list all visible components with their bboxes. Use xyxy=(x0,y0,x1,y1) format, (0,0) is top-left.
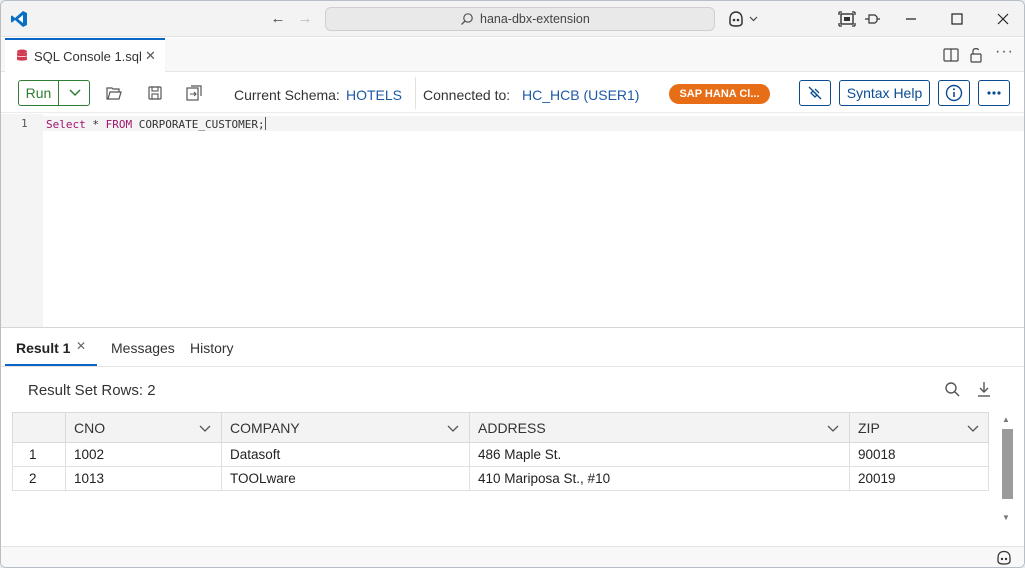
sql-editor[interactable]: 1 Select * FROM CORPORATE_CUSTOMER; xyxy=(1,114,1024,327)
minimize-icon[interactable] xyxy=(901,9,921,29)
editor-tab-bar: SQL Console 1.sql ✕ ··· xyxy=(1,38,1024,72)
row-index-header xyxy=(13,413,65,444)
database-icon xyxy=(16,49,28,61)
copilot-status-icon[interactable] xyxy=(996,550,1012,565)
copilot-menu-icon[interactable] xyxy=(727,10,761,28)
info-icon xyxy=(945,84,963,102)
tab-history[interactable]: History xyxy=(190,340,234,356)
more-actions-icon[interactable]: ··· xyxy=(995,43,1014,61)
table-row[interactable]: 2 1013 TOOLware 410 Mariposa St., #10 20… xyxy=(12,467,989,491)
line-gutter: 1 xyxy=(1,114,43,327)
connection-link[interactable]: HC_HCB (USER1) xyxy=(522,87,639,103)
run-options-chevron-icon[interactable] xyxy=(60,81,90,105)
sql-toolbar: Run Current Schema: HOTELS Connected to:… xyxy=(1,73,1024,113)
run-button[interactable]: Run xyxy=(19,81,59,105)
cno-cell[interactable]: 1002 xyxy=(65,443,221,466)
row-index-cell: 2 xyxy=(29,471,37,486)
cno-cell[interactable]: 1013 xyxy=(65,467,221,490)
info-button[interactable] xyxy=(938,80,970,106)
company-cell[interactable]: TOOLware xyxy=(221,467,469,490)
pin-icon[interactable] xyxy=(863,9,883,29)
chevron-down-icon[interactable] xyxy=(827,423,839,433)
grid-header: CNO COMPANY ADDRESS ZIP xyxy=(12,412,989,444)
save-icon[interactable] xyxy=(146,84,164,102)
code-line[interactable]: Select * FROM CORPORATE_CUSTOMER; xyxy=(46,117,266,131)
scroll-up-arrow-icon[interactable]: ▲ xyxy=(1002,415,1010,424)
customize-layout-icon[interactable] xyxy=(837,9,857,29)
run-button-group: Run xyxy=(18,80,90,106)
command-center-search[interactable]: hana-dbx-extension xyxy=(325,7,715,31)
chevron-down-icon[interactable] xyxy=(447,423,459,433)
more-options-button[interactable] xyxy=(978,80,1010,106)
sql-keyword: Select xyxy=(46,118,86,131)
go-back-icon[interactable]: ← xyxy=(269,10,287,28)
text-cursor xyxy=(264,117,266,130)
row-index-cell: 1 xyxy=(29,447,37,462)
maximize-icon[interactable] xyxy=(947,9,967,29)
chevron-down-icon[interactable] xyxy=(967,423,979,433)
column-header-zip[interactable]: ZIP xyxy=(849,413,989,444)
sql-text: * xyxy=(85,118,106,131)
more-horizontal-icon xyxy=(987,91,1001,95)
title-bar: ← → hana-dbx-extension xyxy=(1,1,1024,37)
results-panel: Result 1 ✕ Messages History Result Set R… xyxy=(1,328,1024,567)
command-center-text: hana-dbx-extension xyxy=(480,12,590,26)
column-header-cno[interactable]: CNO xyxy=(65,413,221,444)
status-bar xyxy=(1,546,1024,567)
column-header-address[interactable]: ADDRESS xyxy=(469,413,849,444)
table-row[interactable]: 1 1002 Datasoft 486 Maple St. 90018 xyxy=(12,443,989,467)
disconnect-button[interactable] xyxy=(799,80,831,106)
vertical-scrollbar-thumb[interactable] xyxy=(1002,429,1013,499)
column-header-label: ZIP xyxy=(858,420,880,436)
column-header-label: CNO xyxy=(74,420,106,436)
zip-cell[interactable]: 90018 xyxy=(849,443,989,466)
lock-icon[interactable] xyxy=(968,46,984,64)
close-result-tab-icon[interactable]: ✕ xyxy=(76,339,86,353)
address-cell[interactable]: 410 Mariposa St., #10 xyxy=(469,467,849,490)
toolbar-divider xyxy=(415,77,416,109)
split-editor-icon[interactable] xyxy=(942,47,960,63)
column-header-company[interactable]: COMPANY xyxy=(221,413,469,444)
sql-keyword: FROM xyxy=(105,118,133,131)
disconnect-icon xyxy=(808,86,822,100)
line-number: 1 xyxy=(21,117,28,130)
open-file-icon[interactable] xyxy=(105,84,123,102)
search-icon xyxy=(461,13,473,25)
close-window-icon[interactable] xyxy=(993,9,1013,29)
download-icon[interactable] xyxy=(975,380,993,398)
syntax-help-button[interactable]: Syntax Help xyxy=(839,80,930,106)
results-tab-divider xyxy=(1,366,1024,367)
chevron-down-icon[interactable] xyxy=(199,423,211,433)
tab-close-icon[interactable]: ✕ xyxy=(145,48,156,64)
vscode-window: ← → hana-dbx-extension SQL Console 1.sql… xyxy=(0,0,1025,568)
tab-label: SQL Console 1.sql xyxy=(34,49,142,64)
scroll-down-arrow-icon[interactable]: ▼ xyxy=(1002,513,1010,522)
result-row-count: Result Set Rows: 2 xyxy=(28,382,156,399)
sql-text: CORPORATE_CUSTOMER; xyxy=(132,118,265,131)
current-schema-label: Current Schema: xyxy=(234,87,340,103)
vscode-logo-icon xyxy=(11,11,27,27)
current-schema-link[interactable]: HOTELS xyxy=(346,87,402,103)
database-type-badge: SAP HANA Cl... xyxy=(669,84,770,104)
column-header-label: COMPANY xyxy=(230,420,300,436)
go-forward-icon[interactable]: → xyxy=(296,10,314,28)
address-cell[interactable]: 486 Maple St. xyxy=(469,443,849,466)
tab-sql-console[interactable]: SQL Console 1.sql ✕ xyxy=(5,38,165,72)
column-header-label: ADDRESS xyxy=(478,420,546,436)
search-icon[interactable] xyxy=(944,381,961,398)
tab-result-1[interactable]: Result 1 xyxy=(16,340,70,356)
company-cell[interactable]: Datasoft xyxy=(221,443,469,466)
export-icon[interactable] xyxy=(185,84,203,102)
connected-to-label: Connected to: xyxy=(423,87,511,103)
tab-messages[interactable]: Messages xyxy=(111,340,175,356)
zip-cell[interactable]: 20019 xyxy=(849,467,989,490)
